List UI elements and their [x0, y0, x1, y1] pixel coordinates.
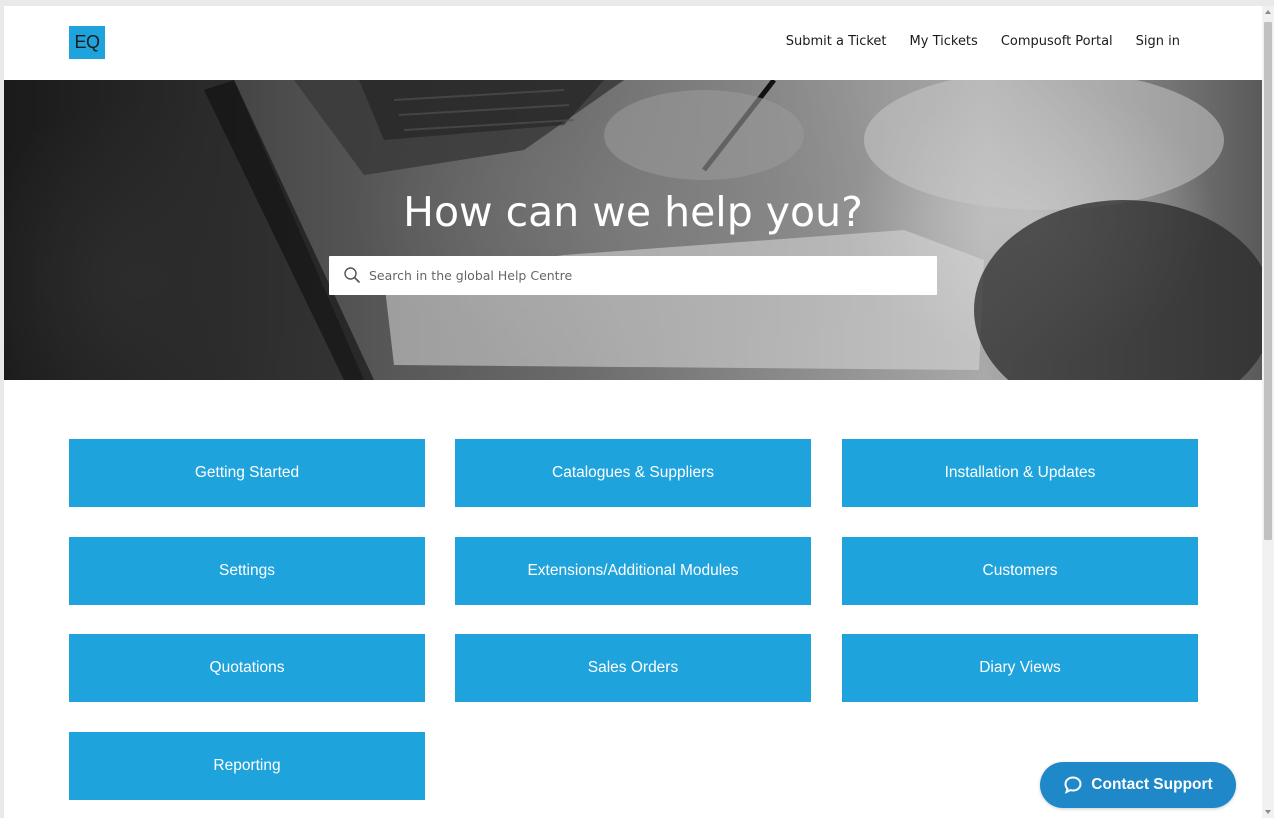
category-settings[interactable]: Settings: [69, 537, 425, 605]
category-installation-updates[interactable]: Installation & Updates: [842, 439, 1198, 507]
page-scrollbar[interactable]: [1262, 6, 1274, 818]
category-diary-views[interactable]: Diary Views: [842, 634, 1198, 702]
nav-my-tickets[interactable]: My Tickets: [910, 34, 978, 49]
hero-banner: How can we help you?: [4, 80, 1262, 380]
top-nav: Submit a Ticket My Tickets Compusoft Por…: [786, 34, 1180, 49]
nav-compusoft-portal[interactable]: Compusoft Portal: [1001, 34, 1113, 49]
page-frame: EQ Submit a Ticket My Tickets Compusoft …: [4, 6, 1262, 818]
chat-bubble-icon: [1064, 776, 1082, 794]
scroll-down-arrow-icon[interactable]: [1265, 810, 1271, 814]
category-getting-started[interactable]: Getting Started: [69, 439, 425, 507]
category-catalogues-suppliers[interactable]: Catalogues & Suppliers: [455, 439, 811, 507]
nav-submit-ticket[interactable]: Submit a Ticket: [786, 34, 887, 49]
contact-support-button[interactable]: Contact Support: [1040, 762, 1236, 808]
category-quotations[interactable]: Quotations: [69, 634, 425, 702]
category-sales-orders[interactable]: Sales Orders: [455, 634, 811, 702]
nav-sign-in[interactable]: Sign in: [1136, 34, 1180, 49]
category-customers[interactable]: Customers: [842, 537, 1198, 605]
search-input[interactable]: [369, 256, 929, 295]
contact-support-label: Contact Support: [1091, 776, 1213, 793]
search-bar: [329, 256, 937, 295]
site-header: EQ Submit a Ticket My Tickets Compusoft …: [4, 6, 1262, 80]
category-reporting[interactable]: Reporting: [69, 732, 425, 800]
category-extensions-modules[interactable]: Extensions/Additional Modules: [455, 537, 811, 605]
search-icon: [344, 267, 360, 283]
hero-heading: How can we help you?: [403, 188, 863, 236]
scroll-up-arrow-icon[interactable]: [1265, 10, 1271, 14]
scroll-thumb[interactable]: [1264, 22, 1272, 540]
eq-logo[interactable]: EQ: [69, 26, 105, 59]
